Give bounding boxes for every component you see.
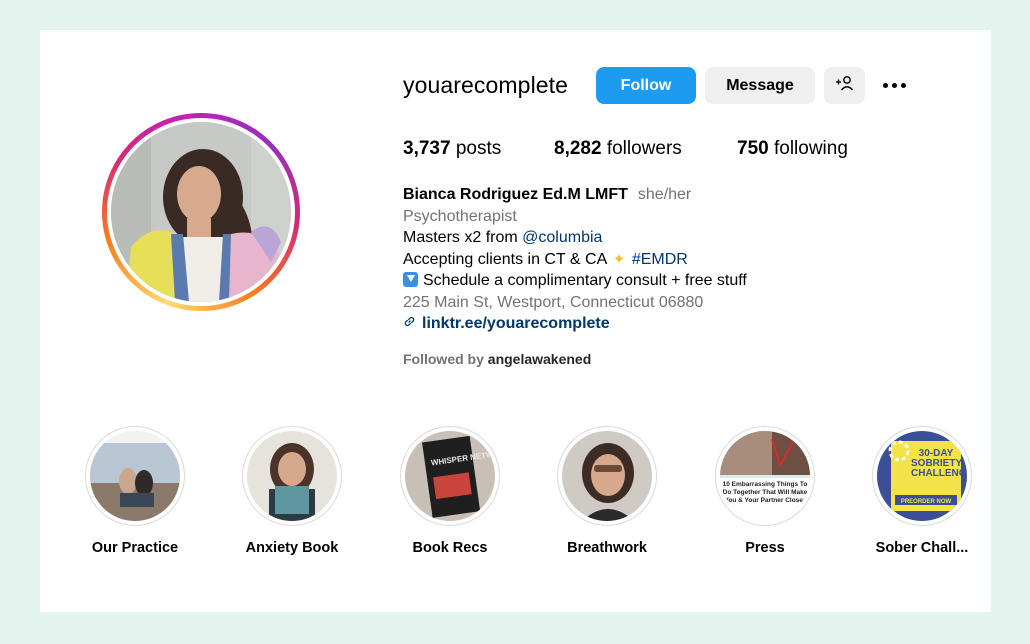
- bio-line-2: Accepting clients in CT & CA ✦ #EMDR: [403, 249, 747, 271]
- highlight-our-practice[interactable]: Our Practice: [65, 426, 205, 556]
- following-stat[interactable]: 750 following: [737, 138, 848, 160]
- address[interactable]: 225 Main St, Westport, Connecticut 06880: [403, 292, 747, 314]
- down-arrow-emoji-icon: [403, 272, 418, 287]
- followers-label: followers: [606, 138, 682, 159]
- profile-avatar[interactable]: [111, 122, 291, 302]
- follow-button[interactable]: Follow: [596, 67, 696, 104]
- profile-card: youarecomplete Follow Message 3,737 post…: [40, 30, 991, 612]
- bio-line-3-text: Schedule a complimentary consult + free …: [423, 272, 747, 289]
- hashtag-link[interactable]: #EMDR: [632, 251, 688, 268]
- followed-by-account: angelawakened: [487, 351, 592, 367]
- bio-line-3: Schedule a complimentary consult + free …: [403, 270, 747, 292]
- highlight-cover: [562, 431, 652, 521]
- highlight-label: Press: [745, 540, 785, 556]
- sober-cta-text: PREORDER NOW: [901, 499, 952, 505]
- full-name: Bianca Rodriguez Ed.M LMFT: [403, 186, 628, 203]
- highlight-label: Anxiety Book: [245, 540, 339, 556]
- bio-line-2-text: Accepting clients in CT & CA: [403, 250, 611, 268]
- highlight-breathwork[interactable]: Breathwork: [537, 426, 677, 556]
- pronouns: she/her: [637, 186, 692, 203]
- press-article-text: 10 Embarrassing Things To Do Together Th…: [722, 481, 808, 504]
- followers-count: 8,282: [554, 138, 602, 159]
- highlight-cover: [247, 431, 337, 521]
- bio-line-1-text: Masters x2 from: [403, 229, 523, 246]
- username: youarecomplete: [403, 72, 569, 98]
- sparkle-emoji-icon: ✦: [612, 250, 626, 268]
- highlight-label: Breathwork: [567, 540, 647, 556]
- highlight-book-recs[interactable]: WHISPER NETWORK Book Recs: [380, 426, 520, 556]
- external-link[interactable]: linktr.ee/youarecomplete: [403, 313, 747, 335]
- bio-line-1: Masters x2 from @columbia: [403, 227, 747, 249]
- posts-stat: 3,737 posts: [403, 138, 554, 160]
- profile-stats: 3,737 posts 8,282 followers 750 followin…: [403, 138, 848, 160]
- highlight-cover: 10 Embarrassing Things To Do Together Th…: [720, 431, 810, 521]
- add-user-icon: [835, 75, 855, 96]
- highlight-cover: [90, 431, 180, 521]
- mention-link[interactable]: @columbia: [522, 229, 602, 246]
- message-button[interactable]: Message: [705, 67, 815, 104]
- followers-stat[interactable]: 8,282 followers: [554, 138, 737, 160]
- following-label: following: [773, 138, 848, 159]
- followed-by[interactable]: Followed by angelawakened: [403, 351, 591, 367]
- story-ring[interactable]: [102, 113, 300, 311]
- highlight-label: Sober Chall...: [875, 540, 969, 556]
- link-icon: [403, 313, 416, 335]
- highlight-label: Our Practice: [91, 540, 179, 556]
- more-options-button[interactable]: [873, 67, 915, 104]
- following-count: 750: [737, 138, 769, 159]
- highlight-cover: WHISPER NETWORK: [405, 431, 495, 521]
- suggest-accounts-button[interactable]: [824, 67, 865, 104]
- highlight-label: Book Recs: [412, 540, 488, 556]
- highlight-press[interactable]: 10 Embarrassing Things To Do Together Th…: [695, 426, 835, 556]
- posts-count: 3,737: [403, 138, 451, 159]
- followed-by-prefix: Followed by: [403, 351, 488, 367]
- category: Psychotherapist: [403, 207, 517, 225]
- more-options-icon: [882, 83, 906, 88]
- sober-title-text: 30-DAY SOBRIETY CHALLENGE: [911, 449, 961, 479]
- profile-bio: Bianca Rodriguez Ed.M LMFT she/her Psycho…: [403, 184, 747, 335]
- highlight-cover: 30-DAY SOBRIETY CHALLENGE PREORDER NOW: [877, 431, 967, 521]
- highlight-anxiety-book[interactable]: Anxiety Book: [222, 426, 362, 556]
- link-text: linktr.ee/youarecomplete: [422, 315, 610, 332]
- highlight-sober-challenge[interactable]: 30-DAY SOBRIETY CHALLENGE PREORDER NOW S…: [852, 426, 992, 556]
- posts-label: posts: [455, 138, 502, 159]
